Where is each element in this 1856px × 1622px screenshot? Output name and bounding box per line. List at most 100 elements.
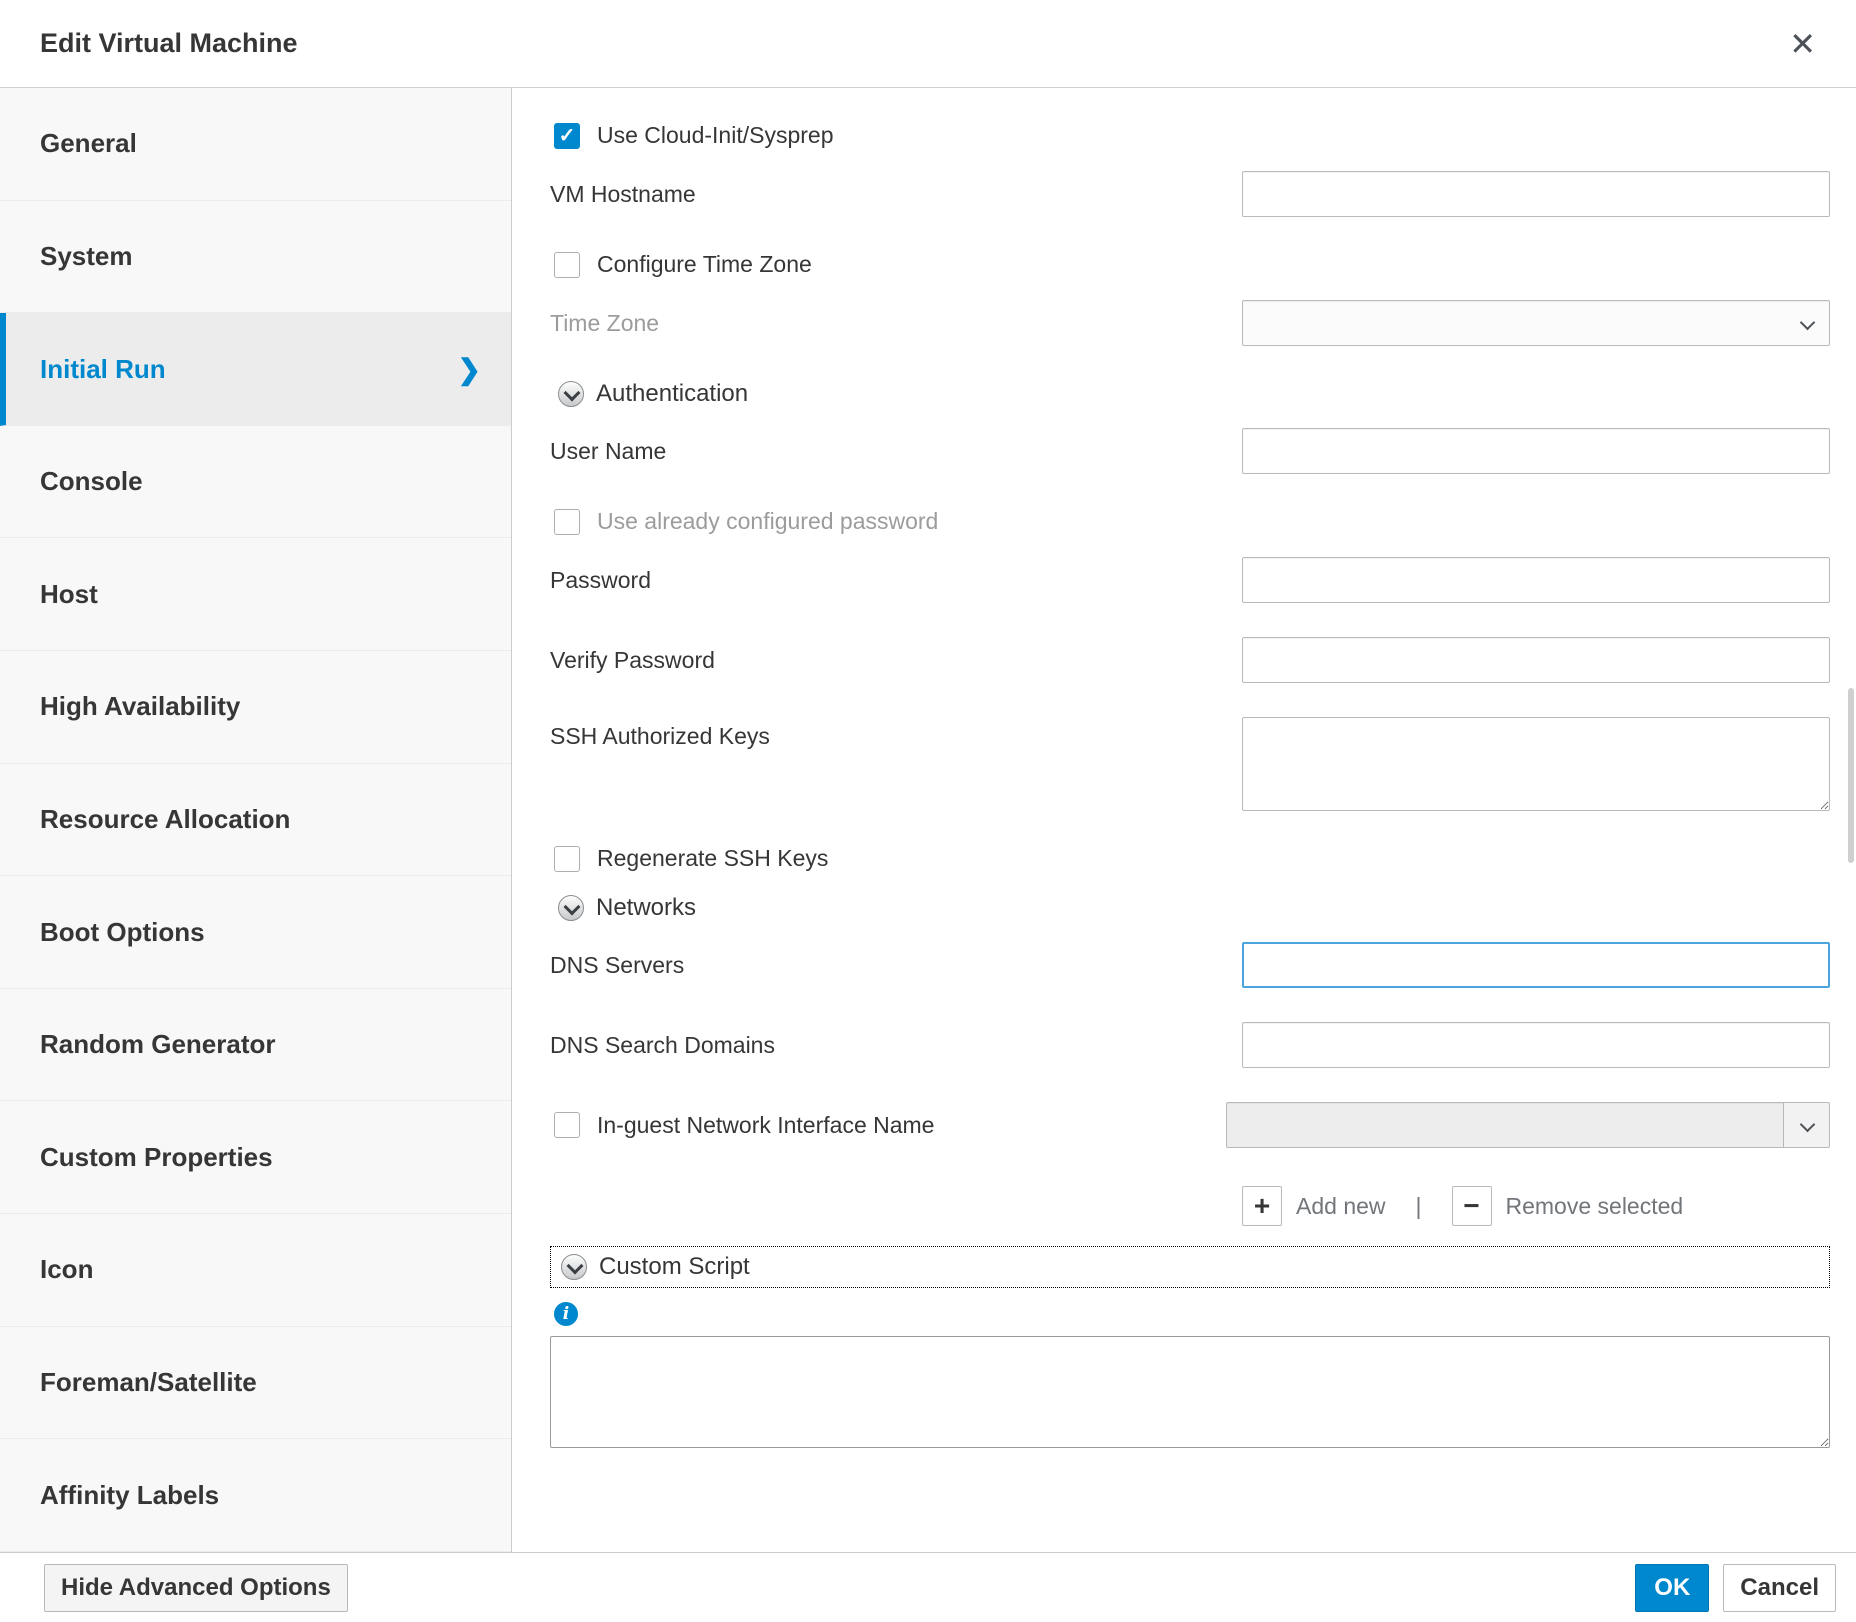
password-input[interactable] [1242, 557, 1830, 603]
use-configured-password-row: ✓ Use already configured password [550, 508, 1830, 535]
sidebar-item-label: Affinity Labels [40, 1480, 219, 1511]
networks-section-row: Networks [550, 894, 1830, 922]
use-cloud-init-label[interactable]: Use Cloud-Init/Sysprep [597, 122, 834, 149]
vm-hostname-input[interactable] [1242, 171, 1830, 217]
vm-hostname-label: VM Hostname [550, 181, 1242, 208]
dialog-body: General System Initial Run ❯ Console Host… [0, 88, 1856, 1552]
regenerate-ssh-keys-checkbox[interactable]: ✓ [554, 846, 580, 872]
scrollbar-thumb[interactable] [1848, 688, 1854, 863]
actions-separator: | [1416, 1193, 1422, 1220]
dialog-header: Edit Virtual Machine ✕ [0, 0, 1856, 88]
add-network-button[interactable]: + [1242, 1186, 1282, 1226]
network-actions-row: + Add new | − Remove selected [1242, 1186, 1830, 1226]
inguest-interface-select[interactable] [1226, 1102, 1830, 1148]
sidebar-item-random-generator[interactable]: Random Generator [0, 989, 511, 1102]
use-cloud-init-checkbox[interactable]: ✓ [554, 123, 580, 149]
chevron-down-icon [1800, 1117, 1816, 1133]
dns-search-domains-row: DNS Search Domains [550, 1022, 1830, 1068]
sidebar-item-icon[interactable]: Icon [0, 1214, 511, 1327]
password-row: Password [550, 557, 1830, 603]
ssh-authorized-keys-row: SSH Authorized Keys [550, 717, 1830, 811]
verify-password-label: Verify Password [550, 647, 1242, 674]
dialog-footer: Hide Advanced Options OK Cancel [0, 1552, 1856, 1622]
remove-selected-label[interactable]: Remove selected [1506, 1193, 1684, 1220]
dns-servers-input[interactable] [1242, 942, 1830, 988]
custom-script-section-label: Custom Script [599, 1253, 750, 1281]
edit-vm-dialog: Edit Virtual Machine ✕ General System In… [0, 0, 1856, 1622]
use-configured-password-label[interactable]: Use already configured password [597, 508, 938, 535]
user-name-label: User Name [550, 438, 1242, 465]
regenerate-ssh-keys-label[interactable]: Regenerate SSH Keys [597, 845, 828, 872]
vm-hostname-row: VM Hostname [550, 171, 1830, 217]
sidebar-item-system[interactable]: System [0, 201, 511, 314]
inguest-interface-row: ✓ In-guest Network Interface Name [550, 1102, 1830, 1148]
dialog-title: Edit Virtual Machine [40, 28, 298, 59]
time-zone-row: Time Zone [550, 300, 1830, 346]
password-label: Password [550, 567, 1242, 594]
regenerate-ssh-keys-row: ✓ Regenerate SSH Keys [550, 845, 1830, 872]
sidebar-item-resource-allocation[interactable]: Resource Allocation [0, 764, 511, 877]
verify-password-row: Verify Password [550, 637, 1830, 683]
time-zone-label: Time Zone [550, 310, 1242, 337]
sidebar-item-label: Foreman/Satellite [40, 1367, 257, 1398]
sidebar-item-affinity-labels[interactable]: Affinity Labels [0, 1439, 511, 1552]
verify-password-input[interactable] [1242, 637, 1830, 683]
custom-script-textarea[interactable] [550, 1336, 1830, 1448]
dns-search-domains-label: DNS Search Domains [550, 1032, 1242, 1059]
sidebar-item-label: Boot Options [40, 917, 205, 948]
sidebar-item-console[interactable]: Console [0, 426, 511, 539]
user-name-row: User Name [550, 428, 1830, 474]
add-new-label[interactable]: Add new [1296, 1193, 1386, 1220]
authentication-section-label: Authentication [596, 380, 748, 408]
sidebar-item-label: Host [40, 579, 98, 610]
configure-time-zone-label[interactable]: Configure Time Zone [597, 251, 812, 278]
sidebar-item-label: High Availability [40, 691, 240, 722]
sidebar-item-general[interactable]: General [0, 88, 511, 201]
custom-script-section-row[interactable]: Custom Script [550, 1246, 1830, 1288]
sidebar-item-label: System [40, 241, 133, 272]
hide-advanced-options-button[interactable]: Hide Advanced Options [44, 1564, 348, 1612]
cancel-button[interactable]: Cancel [1723, 1564, 1836, 1612]
use-cloud-init-row: ✓ Use Cloud-Init/Sysprep [550, 122, 1830, 149]
check-icon: ✓ [559, 126, 576, 146]
sidebar-item-label: Console [40, 466, 143, 497]
chevron-right-icon: ❯ [458, 353, 481, 386]
sidebar-item-host[interactable]: Host [0, 538, 511, 651]
ok-button[interactable]: OK [1635, 1564, 1709, 1612]
close-icon[interactable]: ✕ [1789, 28, 1816, 60]
inguest-interface-label[interactable]: In-guest Network Interface Name [597, 1112, 934, 1139]
select-end [1783, 1103, 1829, 1147]
info-icon: i [554, 1302, 578, 1326]
configure-time-zone-checkbox[interactable]: ✓ [554, 252, 580, 278]
collapse-custom-script-icon[interactable] [561, 1254, 587, 1280]
sidebar-item-custom-properties[interactable]: Custom Properties [0, 1101, 511, 1214]
authentication-section-row: Authentication [550, 380, 1830, 408]
sidebar-item-initial-run[interactable]: Initial Run ❯ [0, 313, 511, 426]
chevron-down-icon [1800, 315, 1816, 331]
sidebar-item-boot-options[interactable]: Boot Options [0, 876, 511, 989]
sidebar-item-label: Custom Properties [40, 1142, 273, 1173]
ssh-authorized-keys-textarea[interactable] [1242, 717, 1830, 811]
remove-network-button[interactable]: − [1452, 1186, 1492, 1226]
sidebar-item-label: Random Generator [40, 1029, 276, 1060]
networks-section-label: Networks [596, 894, 696, 922]
sidebar: General System Initial Run ❯ Console Host… [0, 88, 512, 1552]
sidebar-item-foreman-satellite[interactable]: Foreman/Satellite [0, 1327, 511, 1440]
ssh-authorized-keys-label: SSH Authorized Keys [550, 717, 1242, 750]
dns-search-domains-input[interactable] [1242, 1022, 1830, 1068]
dns-servers-row: DNS Servers [550, 942, 1830, 988]
dns-servers-label: DNS Servers [550, 952, 1242, 979]
sidebar-item-label: Resource Allocation [40, 804, 290, 835]
sidebar-item-label: Icon [40, 1254, 93, 1285]
sidebar-item-high-availability[interactable]: High Availability [0, 651, 511, 764]
inguest-interface-checkbox[interactable]: ✓ [554, 1112, 580, 1138]
collapse-networks-icon[interactable] [558, 895, 584, 921]
user-name-input[interactable] [1242, 428, 1830, 474]
initial-run-panel: ✓ Use Cloud-Init/Sysprep VM Hostname ✓ C… [512, 88, 1856, 1552]
use-configured-password-checkbox[interactable]: ✓ [554, 509, 580, 535]
sidebar-item-label: Initial Run [40, 354, 166, 385]
collapse-authentication-icon[interactable] [558, 381, 584, 407]
sidebar-item-label: General [40, 128, 137, 159]
configure-time-zone-row: ✓ Configure Time Zone [550, 251, 1830, 278]
time-zone-select[interactable] [1242, 300, 1830, 346]
